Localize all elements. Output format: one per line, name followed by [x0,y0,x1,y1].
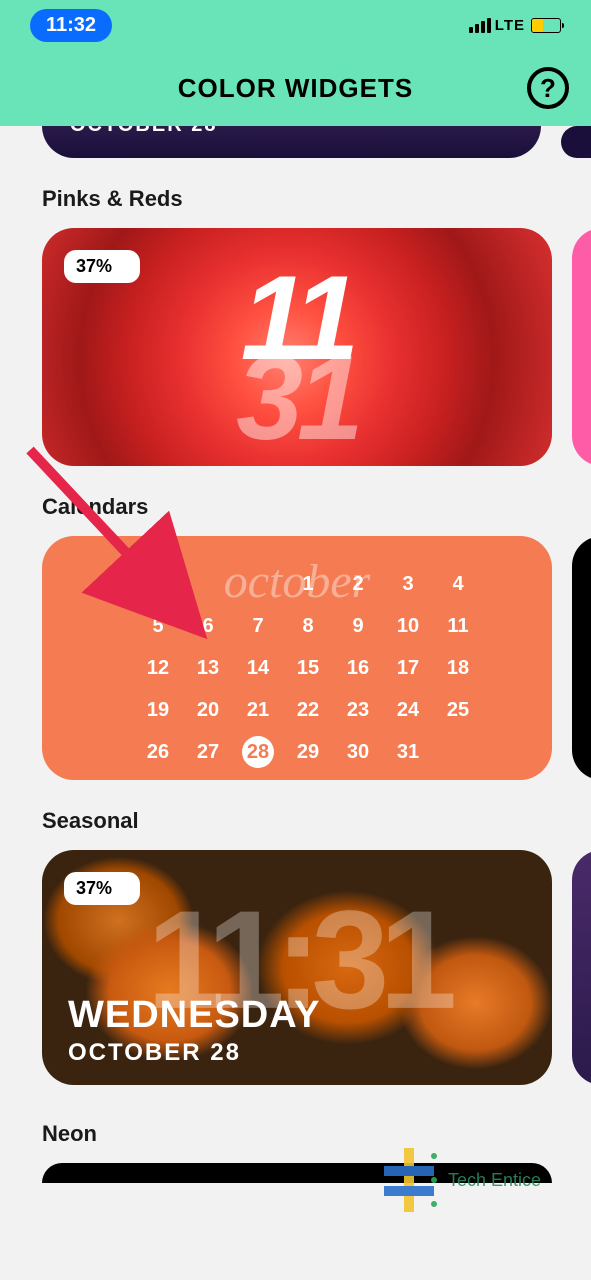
widget-card-pinks[interactable]: 37% 11 31 [42,228,552,466]
calendar-day[interactable]: 2 [342,568,374,600]
watermark-text: Tech Entice [448,1170,541,1191]
widget-peek-dark[interactable] [561,126,591,158]
status-right: LTE [469,17,561,34]
calendar-day[interactable]: 13 [192,652,224,684]
battery-badge: 37% [64,250,140,283]
calendar-day[interactable]: 27 [192,736,224,768]
partial-date-text: OCTOBER 28 [70,126,217,137]
seasonal-day-name: WEDNESDAY [68,994,321,1037]
seasonal-date-text: OCTOBER 28 [68,1039,241,1067]
calendar-day[interactable]: 29 [292,736,324,768]
calendar-day[interactable]: 8 [292,610,324,642]
widget-day: 31 [236,338,357,458]
battery-badge: 37% [64,872,140,905]
watermark: Tech Entice [378,1140,541,1220]
widget-peek-purple[interactable] [572,850,591,1085]
calendar-day[interactable]: 15 [292,652,324,684]
help-button[interactable]: ? [527,67,569,109]
calendar-day[interactable]: 11 [442,610,474,642]
calendar-day[interactable]: 30 [342,736,374,768]
calendar-day[interactable]: 28 [242,736,274,768]
calendar-day[interactable]: 20 [192,694,224,726]
status-bar: 11:32 LTE [0,0,591,50]
calendar-day[interactable]: 12 [142,652,174,684]
calendar-day[interactable]: 7 [242,610,274,642]
calendar-grid: 1234567891011121314151617181920212223242… [142,568,472,768]
app-header: COLOR WIDGETS ? [0,50,591,126]
status-time: 11:32 [30,9,112,42]
calendar-day[interactable]: 23 [342,694,374,726]
calendar-day[interactable]: 26 [142,736,174,768]
calendar-day[interactable]: 9 [342,610,374,642]
widget-card-seasonal[interactable]: 37% 11:31 WEDNESDAY OCTOBER 28 [42,850,552,1085]
calendar-day[interactable]: 1 [292,568,324,600]
calendar-day[interactable]: 31 [392,736,424,768]
content-scroll[interactable]: OCTOBER 28 Pinks & Reds 37% 11 31 Calend… [0,126,591,1183]
calendar-day[interactable]: 16 [342,652,374,684]
calendar-day[interactable]: 21 [242,694,274,726]
widget-peek-pink[interactable] [572,228,591,466]
watermark-logo-icon [378,1140,438,1220]
network-label: LTE [495,17,525,34]
page-title: COLOR WIDGETS [178,73,413,104]
calendar-day[interactable]: 19 [142,694,174,726]
section-title-seasonal: Seasonal [0,808,591,834]
calendar-day[interactable]: 4 [442,568,474,600]
section-title-pinks: Pinks & Reds [0,186,591,212]
calendar-day[interactable]: 18 [442,652,474,684]
calendar-day[interactable]: 24 [392,694,424,726]
calendar-day[interactable]: 5 [142,610,174,642]
section-title-calendars: Calendars [0,494,591,520]
calendar-day[interactable]: 14 [242,652,274,684]
calendar-day[interactable]: 3 [392,568,424,600]
calendar-day[interactable]: 17 [392,652,424,684]
calendar-day[interactable]: 10 [392,610,424,642]
widget-peek-black[interactable] [572,536,591,780]
widget-card-dark-partial[interactable]: OCTOBER 28 [42,126,541,158]
widget-card-calendar[interactable]: october 12345678910111213141516171819202… [42,536,552,780]
calendar-day[interactable]: 22 [292,694,324,726]
signal-icon [469,18,491,33]
calendar-day[interactable]: 6 [192,610,224,642]
calendar-day[interactable]: 25 [442,694,474,726]
battery-icon [531,18,561,33]
